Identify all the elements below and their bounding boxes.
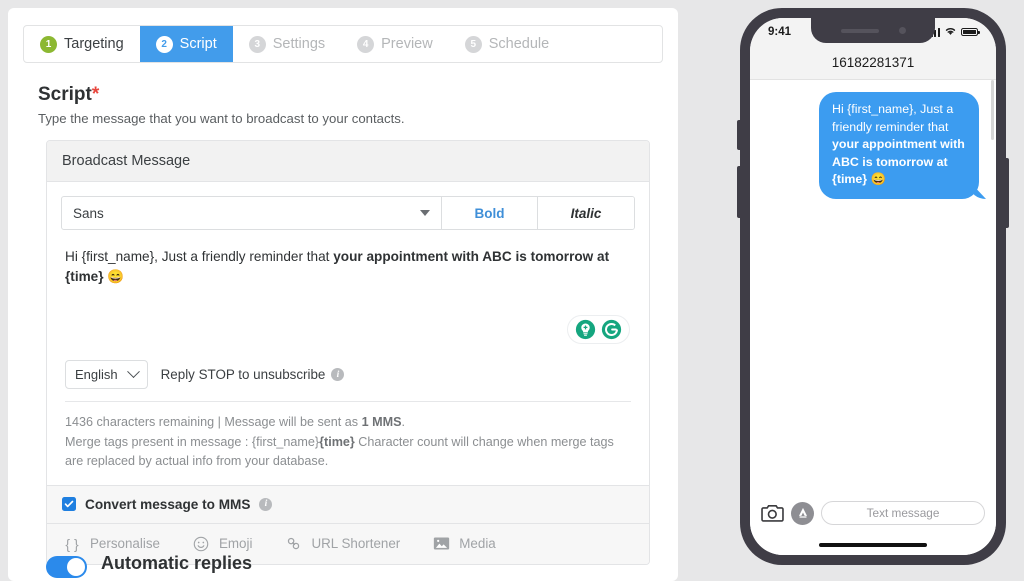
language-value: English (75, 367, 118, 382)
home-indicator-bar (819, 543, 927, 547)
emoji-label: Emoji (218, 536, 253, 552)
panel-body: Sans Bold Italic Hi {first_name}, Just a… (47, 182, 649, 485)
home-indicator (750, 535, 996, 555)
italic-button[interactable]: Italic (538, 197, 634, 229)
step-badge-3: 3 (248, 35, 266, 53)
unsubscribe-note: Reply STOP to unsubscribe i (161, 367, 345, 382)
message-emoji: 😄 (107, 268, 125, 284)
info-icon[interactable]: i (259, 497, 273, 511)
emoji-button[interactable]: Emoji (192, 535, 252, 553)
chevron-down-icon (420, 210, 430, 216)
tab-settings[interactable]: 3 Settings (233, 26, 341, 62)
panel-header: Broadcast Message (47, 141, 649, 182)
conversation-title: 16182281371 (750, 46, 996, 80)
automatic-replies-text: Automatic replies Send automatic respons… (101, 553, 582, 581)
message-editor-text: Hi {first_name}, Just a friendly reminde… (65, 247, 631, 286)
grammarly-icon[interactable] (601, 319, 622, 340)
tab-script[interactable]: 2 Script (139, 26, 233, 62)
tab-targeting[interactable]: 1 Targeting (24, 26, 140, 62)
bubble-text-plain: Hi {first_name}, Just a friendly reminde… (832, 102, 954, 134)
phone-power-button (1006, 158, 1009, 228)
automatic-replies-section: Automatic replies Send automatic respons… (46, 553, 656, 581)
phone-camera-icon (898, 27, 906, 34)
language-select[interactable]: English (65, 360, 148, 389)
counter-line2-pre: Merge tags present in message : {first_n… (65, 434, 320, 449)
phone-message-bar: Text message (750, 491, 996, 535)
message-list: Hi {first_name}, Just a friendly reminde… (760, 92, 986, 200)
counter-line1-pre: 1436 characters remaining | Message will… (65, 415, 362, 429)
font-family-value: Sans (73, 205, 104, 221)
language-row: English Reply STOP to unsubscribe i (61, 352, 635, 389)
braces-icon: { } (65, 535, 79, 552)
info-icon[interactable]: i (331, 368, 345, 381)
url-shortener-button[interactable]: URL Shortener (284, 535, 400, 553)
required-asterisk: * (91, 84, 100, 105)
step-badge-4: 4 (357, 35, 375, 53)
tab-schedule[interactable]: 5 Schedule (449, 26, 565, 62)
camera-icon[interactable] (761, 502, 784, 525)
personalise-button[interactable]: { } Personalise (63, 535, 160, 553)
counter-line-1: 1436 characters remaining | Message will… (65, 413, 631, 433)
url-shortener-label: URL Shortener (311, 536, 401, 552)
font-family-select[interactable]: Sans (62, 197, 442, 229)
tab-preview[interactable]: 4 Preview (341, 26, 449, 62)
step-badge-5: 5 (464, 35, 482, 53)
page-title-text: Script (38, 84, 92, 105)
conversation-scrollbar[interactable] (991, 80, 994, 140)
counter-line1-bold: 1 MMS (361, 415, 402, 429)
outgoing-message-bubble: Hi {first_name}, Just a friendly reminde… (819, 92, 979, 200)
screen-root: 1 Targeting 2 Script 3 Settings 4 Previe… (0, 0, 1024, 581)
media-button[interactable]: Media (432, 535, 496, 553)
link-icon (284, 535, 302, 553)
grammarly-widget[interactable] (567, 315, 630, 344)
bubble-text-bold: your appointment with ABC is tomorrow at… (832, 137, 965, 187)
battery-icon (961, 27, 980, 37)
automatic-replies-toggle[interactable] (46, 556, 87, 578)
unsubscribe-note-label: Reply STOP to unsubscribe (160, 367, 326, 382)
message-text-plain: Hi {first_name}, Just a friendly reminde… (65, 249, 334, 264)
message-editor[interactable]: Hi {first_name}, Just a friendly reminde… (61, 230, 635, 352)
page-title: Script* (38, 84, 678, 106)
phone-screen: 9:41 16182281371 Hi {first_name}, Just a… (750, 18, 996, 555)
counter-line-2: Merge tags present in message : {first_n… (65, 433, 631, 472)
bold-button[interactable]: Bold (442, 197, 538, 229)
convert-to-mms-label: Convert message to MMS (85, 496, 251, 512)
tab-schedule-label: Schedule (488, 36, 550, 52)
tab-settings-label: Settings (272, 36, 326, 52)
counter-line1-post: . (401, 415, 405, 429)
tab-preview-label: Preview (381, 36, 433, 52)
step-badge-1: 1 (40, 35, 57, 53)
broadcast-message-panel: Broadcast Message Sans Bold Italic Hi {f… (46, 140, 650, 565)
media-label: Media (459, 536, 496, 552)
status-time: 9:41 (768, 26, 792, 38)
emoji-icon (192, 535, 210, 553)
wizard-step-tabs: 1 Targeting 2 Script 3 Settings 4 Previe… (23, 25, 663, 63)
toggle-knob (67, 558, 85, 576)
page-subtitle: Type the message that you want to broadc… (38, 111, 405, 126)
phone-preview: 9:41 16182281371 Hi {first_name}, Just a… (737, 8, 1009, 565)
character-counter: 1436 characters remaining | Message will… (65, 401, 631, 485)
text-message-input[interactable]: Text message (821, 501, 985, 525)
app-store-icon[interactable] (791, 501, 814, 525)
convert-to-mms-row[interactable]: Convert message to MMS i (47, 484, 649, 523)
automatic-replies-title: Automatic replies (101, 553, 253, 573)
tab-script-label: Script (179, 36, 217, 52)
lightbulb-icon[interactable] (575, 319, 596, 340)
phone-speaker (840, 28, 879, 33)
image-icon (432, 535, 450, 553)
broadcast-form-card: 1 Targeting 2 Script 3 Settings 4 Previe… (8, 8, 678, 581)
tab-targeting-label: Targeting (64, 36, 124, 52)
conversation-body: Hi {first_name}, Just a friendly reminde… (750, 80, 996, 491)
bubble-emoji: 😄 (870, 172, 887, 187)
format-toolbar: Sans Bold Italic (61, 196, 635, 230)
convert-to-mms-checkbox[interactable] (62, 497, 76, 512)
phone-notch (811, 18, 935, 43)
chevron-down-icon (126, 365, 140, 379)
counter-line2-bold: {time} (319, 434, 355, 449)
personalise-label: Personalise (90, 536, 160, 552)
step-badge-2: 2 (155, 35, 173, 53)
wifi-icon (944, 26, 957, 39)
